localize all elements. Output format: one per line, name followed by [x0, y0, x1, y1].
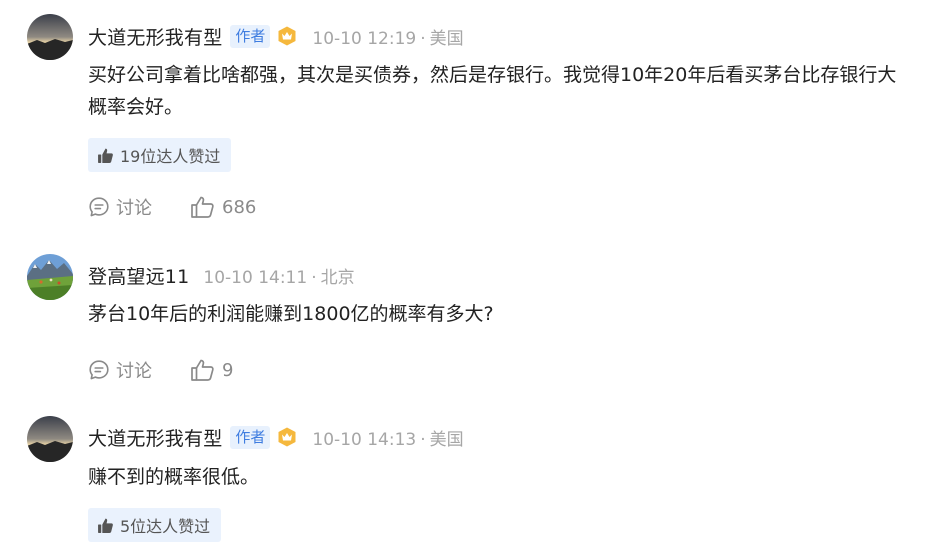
discuss-label: 讨论: [116, 361, 152, 382]
location: 美国: [429, 429, 464, 450]
username[interactable]: 大道无形我有型: [88, 23, 222, 50]
comment-text: 赚不到的概率很低。: [88, 466, 260, 488]
comment-text: 茅台10年后的利润能赚到1800亿的概率有多大?: [88, 303, 494, 325]
comment-meta: 10-10 14:11 · 北京: [203, 263, 354, 288]
timestamp: 10-10 14:11: [203, 267, 308, 288]
avatar[interactable]: [27, 416, 73, 462]
username[interactable]: 登高望远11: [88, 262, 189, 289]
thumbs-up-icon: [191, 196, 214, 218]
comment-header: 登高望远11 10-10 14:11 · 北京: [88, 261, 355, 289]
location: 美国: [429, 28, 464, 49]
vip-crown-icon: [276, 25, 298, 47]
likers-badge[interactable]: 19位达人赞过: [88, 138, 232, 172]
meta-separator: ·: [420, 429, 426, 450]
author-badge: 作者: [230, 24, 271, 48]
like-count: 9: [222, 359, 234, 381]
discuss-button[interactable]: 讨论: [88, 194, 152, 220]
comment-meta: 10-10 14:13 · 美国: [312, 425, 463, 450]
comment-header: 大道无形我有型 作者 10-10 12:19 · 美国: [88, 22, 464, 50]
comment-actions: 讨论 9: [88, 355, 233, 385]
meta-separator: ·: [420, 28, 426, 49]
discuss-label: 讨论: [116, 198, 152, 219]
vip-crown-icon: [276, 426, 298, 448]
comment-actions: 讨论 686: [88, 192, 256, 222]
avatar[interactable]: [27, 254, 73, 300]
timestamp: 10-10 12:19: [312, 28, 417, 49]
likers-text: 5位达人赞过: [120, 517, 211, 536]
like-count: 686: [222, 196, 257, 218]
comment-header: 大道无形我有型 作者 10-10 14:13 · 美国: [88, 423, 464, 451]
thumbs-up-filled-icon: [98, 148, 113, 163]
comment-text: 买好公司拿着比啥都强，其次是买债券，然后是存银行。我觉得10年20年后看买茅台比…: [88, 64, 897, 118]
like-button[interactable]: 9: [190, 358, 233, 382]
location: 北京: [320, 267, 355, 288]
like-button[interactable]: 686: [190, 195, 256, 219]
author-badge: 作者: [230, 425, 271, 449]
username[interactable]: 大道无形我有型: [88, 424, 222, 451]
likers-text: 19位达人赞过: [120, 147, 221, 166]
comment-bubble-icon: [89, 360, 109, 380]
discuss-button[interactable]: 讨论: [88, 357, 152, 383]
thumbs-up-icon: [191, 359, 214, 381]
meta-separator: ·: [311, 267, 317, 288]
comment-bubble-icon: [89, 197, 109, 217]
likers-badge[interactable]: 5位达人赞过: [88, 508, 222, 542]
comment-meta: 10-10 12:19 · 美国: [312, 24, 463, 49]
thumbs-up-filled-icon: [98, 518, 113, 533]
timestamp: 10-10 14:13: [312, 429, 417, 450]
avatar[interactable]: [27, 14, 73, 60]
